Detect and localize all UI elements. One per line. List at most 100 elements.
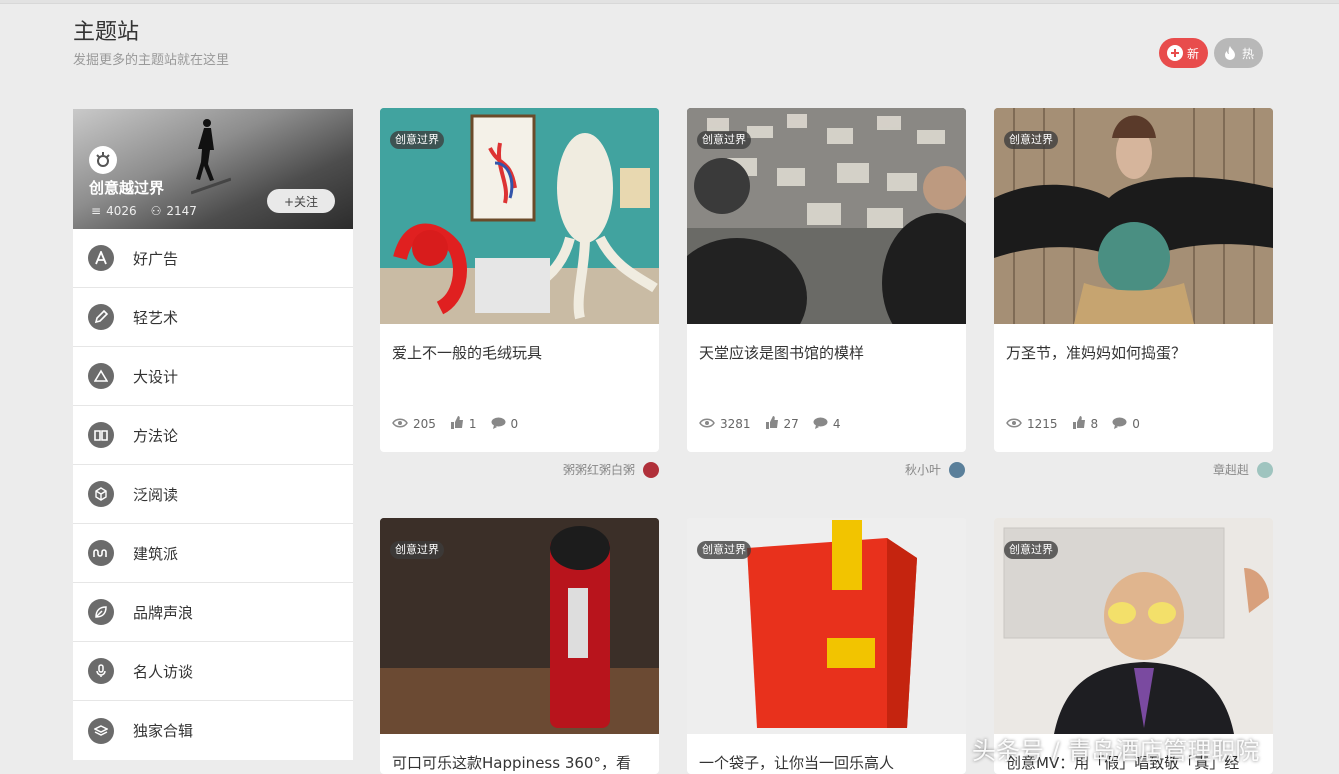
thumbs-up-icon[interactable] bbox=[1072, 416, 1086, 432]
sidebar-item-architecture[interactable]: 建筑派 bbox=[73, 524, 353, 583]
article-count: 4026 bbox=[106, 204, 137, 218]
articles-icon: ≡ bbox=[91, 204, 102, 218]
avatar[interactable] bbox=[949, 461, 966, 478]
station-stats: ≡ 4026 ⚇ 2147 bbox=[91, 204, 197, 218]
sidebar-item-label: 好广告 bbox=[133, 249, 179, 268]
follow-button[interactable]: +关注 bbox=[267, 189, 335, 213]
sidebar-item-label: 轻艺术 bbox=[133, 308, 179, 327]
comment-icon[interactable] bbox=[813, 417, 828, 432]
sidebar-item-interviews[interactable]: 名人访谈 bbox=[73, 642, 353, 701]
follower-count: 2147 bbox=[166, 204, 197, 218]
eye-icon bbox=[1006, 417, 1022, 431]
station-sidebar: 创意越过界 ≡ 4026 ⚇ 2147 +关注 好广告 轻艺术 大设计 方法论 泛阅… bbox=[73, 109, 353, 760]
article-thumbnail[interactable]: 创意过界 bbox=[994, 518, 1273, 734]
like-count: 27 bbox=[783, 417, 799, 431]
sidebar-item-label: 名人访谈 bbox=[133, 662, 194, 681]
page-subtitle: 发掘更多的主题站就在这里 bbox=[73, 53, 230, 68]
page-title: 主题站 bbox=[73, 20, 140, 45]
triangle-icon bbox=[88, 363, 114, 389]
sidebar-item-methodology[interactable]: 方法论 bbox=[73, 406, 353, 465]
sidebar-item-light-art[interactable]: 轻艺术 bbox=[73, 288, 353, 347]
letter-a-icon bbox=[88, 245, 114, 271]
article-title[interactable]: 一个袋子，让你当一回乐高人 bbox=[699, 752, 894, 773]
category-tag: 创意过界 bbox=[390, 131, 444, 149]
pencil-icon bbox=[88, 304, 114, 330]
article-card[interactable]: 创意过界 可口可乐这款Happiness 360°，看 bbox=[380, 518, 659, 774]
article-author[interactable]: 章赳赳 bbox=[1213, 461, 1274, 478]
view-count: 1215 bbox=[1027, 417, 1058, 431]
cube-icon bbox=[88, 481, 114, 507]
avatar[interactable] bbox=[643, 461, 660, 478]
followers-icon: ⚇ bbox=[150, 204, 162, 218]
station-header: 创意越过界 ≡ 4026 ⚇ 2147 +关注 bbox=[73, 109, 353, 229]
layers-icon bbox=[88, 717, 114, 744]
thumbs-up-icon[interactable] bbox=[765, 416, 779, 432]
leaf-icon bbox=[88, 599, 114, 625]
article-title[interactable]: 万圣节，准妈妈如何捣蛋？ bbox=[1006, 342, 1186, 363]
view-count: 3281 bbox=[720, 417, 751, 431]
article-card[interactable]: 创意过界 爱上不一般的毛绒玩具 205 1 0 bbox=[380, 108, 659, 452]
top-border bbox=[0, 0, 1339, 4]
comment-count: 4 bbox=[832, 417, 841, 431]
category-tag: 创意过界 bbox=[390, 541, 444, 559]
comment-count: 0 bbox=[510, 417, 519, 431]
sort-new-label: 新 bbox=[1187, 46, 1200, 61]
author-name[interactable]: 章赳赳 bbox=[1213, 461, 1249, 478]
sidebar-item-good-ads[interactable]: 好广告 bbox=[73, 229, 353, 288]
eye-icon bbox=[392, 417, 408, 431]
article-stats: 1215 8 0 bbox=[1006, 416, 1140, 432]
author-name[interactable]: 粥粥红粥白粥 bbox=[563, 461, 635, 478]
thumbs-up-icon[interactable] bbox=[450, 416, 464, 432]
avatar[interactable] bbox=[1257, 461, 1274, 478]
station-logo-icon bbox=[89, 146, 117, 174]
like-count: 8 bbox=[1090, 417, 1099, 431]
walking-figure-image bbox=[191, 119, 231, 195]
category-tag: 创意过界 bbox=[1004, 541, 1058, 559]
article-thumbnail[interactable]: 创意过界 bbox=[994, 108, 1273, 324]
sidebar-item-reading[interactable]: 泛阅读 bbox=[73, 465, 353, 524]
station-name: 创意越过界 bbox=[89, 179, 165, 197]
book-icon bbox=[88, 422, 114, 448]
sort-hot-button[interactable]: 热 bbox=[1214, 38, 1263, 68]
article-title[interactable]: 天堂应该是图书馆的模样 bbox=[699, 342, 864, 363]
article-stats: 3281 27 4 bbox=[699, 416, 840, 432]
sidebar-item-label: 方法论 bbox=[133, 426, 179, 445]
new-icon bbox=[1167, 45, 1183, 61]
like-count: 1 bbox=[468, 417, 477, 431]
view-count: 205 bbox=[413, 417, 436, 431]
flame-icon bbox=[1222, 45, 1238, 61]
comment-icon[interactable] bbox=[491, 417, 506, 432]
sidebar-item-label: 大设计 bbox=[133, 367, 179, 386]
author-name[interactable]: 秋小叶 bbox=[905, 461, 941, 478]
comment-icon[interactable] bbox=[1112, 417, 1127, 432]
comment-count: 0 bbox=[1132, 417, 1140, 431]
sort-new-button[interactable]: 新 bbox=[1159, 38, 1208, 68]
article-author[interactable]: 粥粥红粥白粥 bbox=[563, 461, 660, 478]
article-card[interactable]: 创意过界 一个袋子，让你当一回乐高人 bbox=[687, 518, 966, 774]
sort-hot-label: 热 bbox=[1242, 46, 1255, 61]
eye-icon bbox=[699, 417, 715, 431]
sidebar-item-label: 独家合辑 bbox=[133, 722, 194, 740]
wave-icon bbox=[88, 540, 114, 566]
article-thumbnail[interactable]: 创意过界 bbox=[380, 108, 659, 324]
article-stats: 205 1 0 bbox=[392, 416, 518, 432]
sidebar-item-label: 品牌声浪 bbox=[133, 603, 194, 622]
article-title[interactable]: 爱上不一般的毛绒玩具 bbox=[392, 342, 542, 363]
sidebar-item-brand-voice[interactable]: 品牌声浪 bbox=[73, 583, 353, 642]
article-title[interactable]: 可口可乐这款Happiness 360°，看 bbox=[392, 752, 631, 773]
article-thumbnail[interactable]: 创意过界 bbox=[380, 518, 659, 734]
sidebar-item-label: 建筑派 bbox=[133, 544, 179, 563]
watermark: 头条号 / 青岛酒店管理职院 bbox=[972, 737, 1260, 765]
sidebar-item-big-design[interactable]: 大设计 bbox=[73, 347, 353, 406]
sidebar-item-label: 泛阅读 bbox=[133, 485, 179, 504]
article-thumbnail[interactable]: 创意过界 bbox=[687, 518, 966, 734]
microphone-icon bbox=[88, 658, 114, 684]
sidebar-item-collections[interactable]: 独家合辑 bbox=[73, 701, 353, 760]
category-tag: 创意过界 bbox=[697, 131, 751, 149]
article-thumbnail[interactable]: 创意过界 bbox=[687, 108, 966, 324]
category-tag: 创意过界 bbox=[1004, 131, 1058, 149]
article-card[interactable]: 创意过界 天堂应该是图书馆的模样 3281 27 4 bbox=[687, 108, 966, 452]
article-card[interactable]: 创意过界 万圣节，准妈妈如何捣蛋？ 1215 8 0 bbox=[994, 108, 1273, 452]
article-author[interactable]: 秋小叶 bbox=[905, 461, 966, 478]
category-tag: 创意过界 bbox=[697, 541, 751, 559]
